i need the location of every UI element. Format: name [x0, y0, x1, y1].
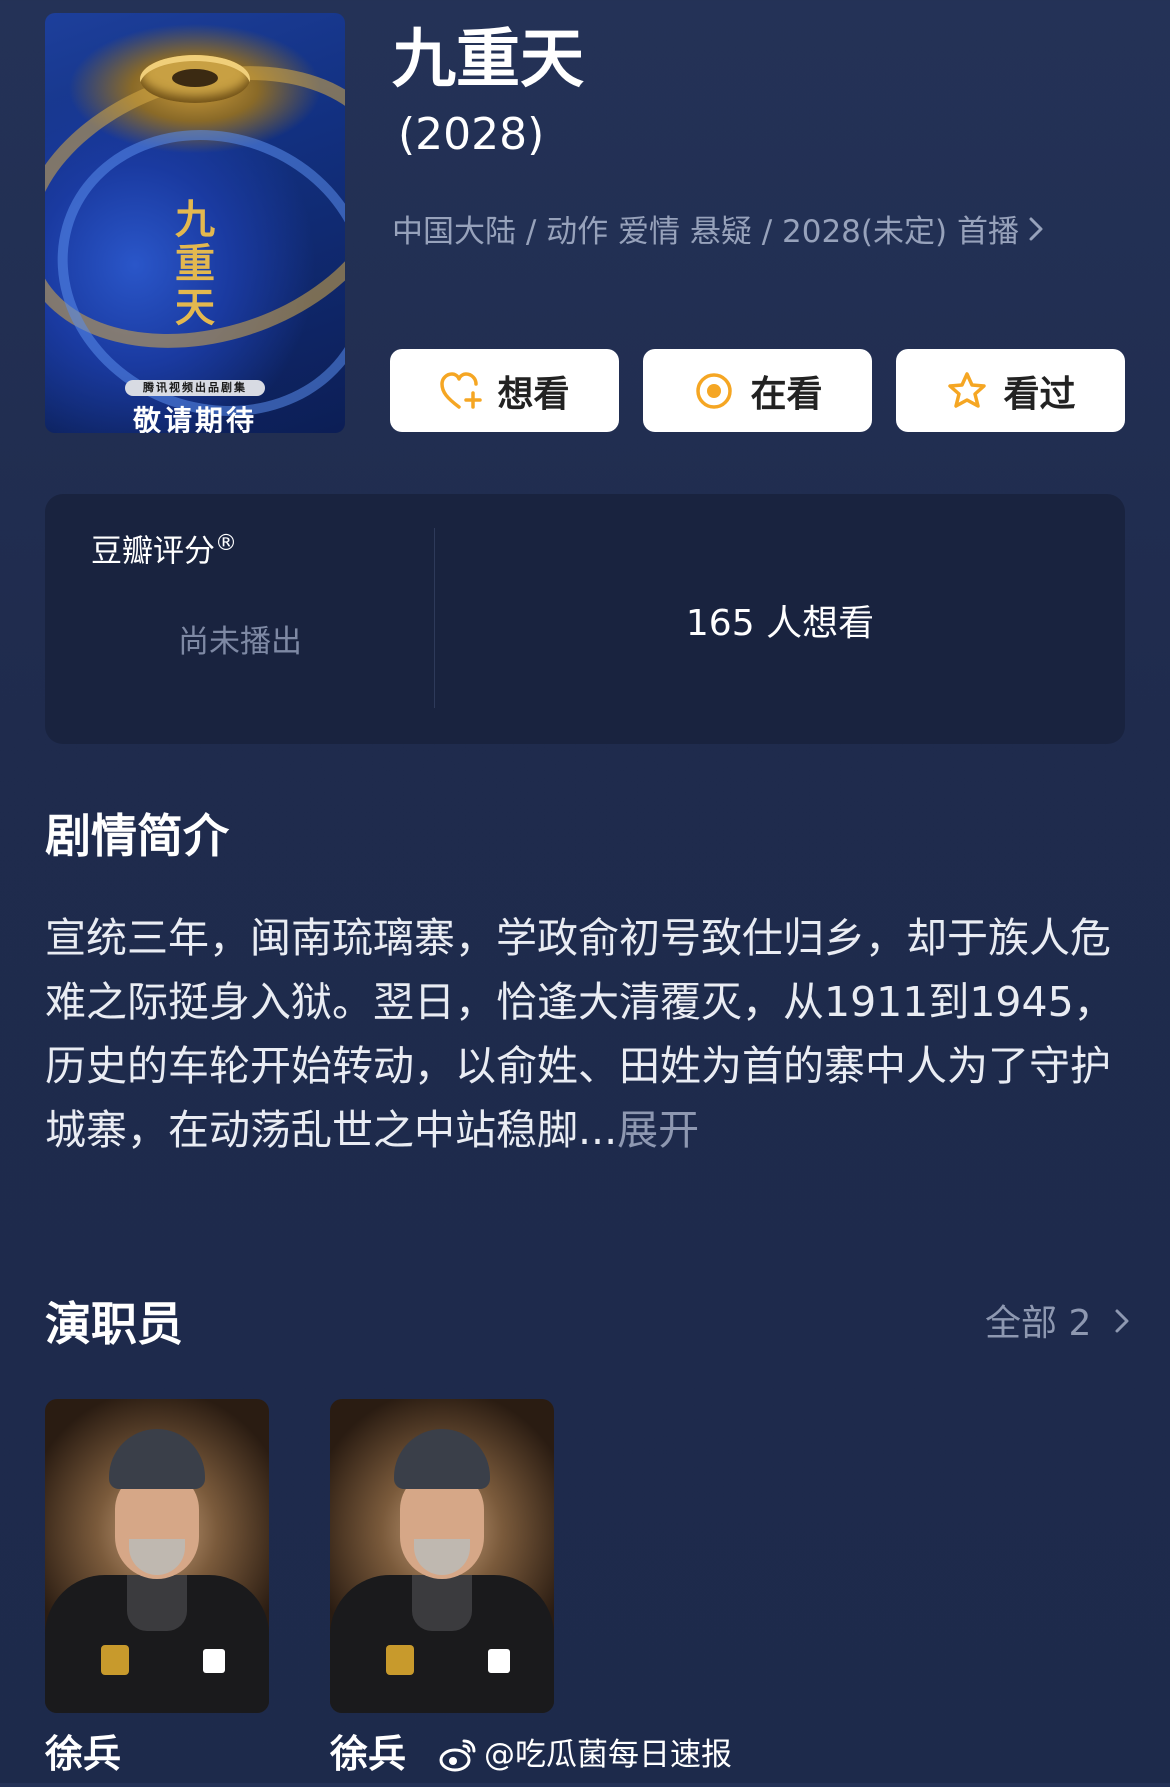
chevron-right-icon [1101, 1303, 1130, 1344]
all-cast-label: 全部 2 [985, 1303, 1092, 1344]
poster-tagline: 敬请期待 [132, 404, 257, 433]
watched-label: 看过 [1003, 373, 1076, 415]
chevron-right-icon [1027, 210, 1045, 254]
photo-neck [412, 1575, 472, 1631]
rating-label-text: 豆瓣评分 [91, 533, 215, 570]
photo-badge-right [203, 1649, 225, 1673]
photo-badge-left [386, 1645, 414, 1675]
photo-hat [109, 1429, 205, 1489]
photo-neck [127, 1575, 187, 1631]
photo-badge-left [101, 1645, 129, 1675]
watching-label: 在看 [750, 373, 823, 415]
rating-label: 豆瓣评分® [91, 524, 237, 571]
expand-link[interactable]: 展开 [617, 1106, 699, 1154]
want-to-watch-button[interactable]: 想看 [390, 349, 619, 432]
watermark-text: @吃瓜菌每日速报 [484, 1737, 732, 1773]
poster-producer-chip: 腾讯视频出品剧集 [125, 380, 265, 396]
want-count: 165 人想看 [685, 603, 875, 644]
meta-info-text: 中国大陆 / 动作 爱情 悬疑 / 2028(未定) 首播 [392, 214, 1019, 250]
poster-vertical-title: 九重天 [175, 196, 215, 331]
cast-photo[interactable] [330, 1399, 554, 1713]
target-circle-icon [692, 369, 736, 413]
release-year: (2028) [398, 109, 545, 160]
cast-name[interactable]: 徐兵 [330, 1730, 406, 1778]
meta-info-link[interactable]: 中国大陆 / 动作 爱情 悬疑 / 2028(未定) 首播 [392, 210, 1045, 254]
want-to-watch-label: 想看 [497, 373, 570, 415]
photo-badge-right [488, 1649, 510, 1673]
synopsis-text: 宣统三年，闽南琉璃寨，学政俞初号致仕归乡，却于族人危难之际挺身入狱。翌日，恰逢大… [45, 906, 1135, 1162]
photo-hat [394, 1429, 490, 1489]
heart-plus-icon [439, 369, 483, 413]
cast-name[interactable]: 徐兵 [45, 1730, 121, 1778]
synopsis-body: 宣统三年，闽南琉璃寨，学政俞初号致仕归乡，却于族人危难之际挺身入狱。翌日，恰逢大… [45, 914, 1115, 1154]
cast-heading: 演职员 [45, 1297, 183, 1351]
page-title: 九重天 [392, 23, 584, 97]
cast-photo[interactable] [45, 1399, 269, 1713]
poster-image[interactable]: 九重天 腾讯视频出品剧集 敬请期待 [45, 13, 345, 433]
watching-button[interactable]: 在看 [643, 349, 872, 432]
registered-mark: ® [215, 531, 237, 556]
rating-card: 豆瓣评分® 尚未播出 165 人想看 [45, 494, 1125, 744]
synopsis-heading: 剧情简介 [45, 809, 229, 863]
all-cast-link[interactable]: 全部 2 [985, 1300, 1131, 1348]
star-icon [945, 369, 989, 413]
poster-earth-building [140, 55, 250, 103]
watched-button[interactable]: 看过 [896, 349, 1125, 432]
rating-status: 尚未播出 [178, 624, 302, 660]
weibo-watermark: @吃瓜菌每日速报 [438, 1733, 732, 1777]
weibo-icon [438, 1735, 478, 1775]
